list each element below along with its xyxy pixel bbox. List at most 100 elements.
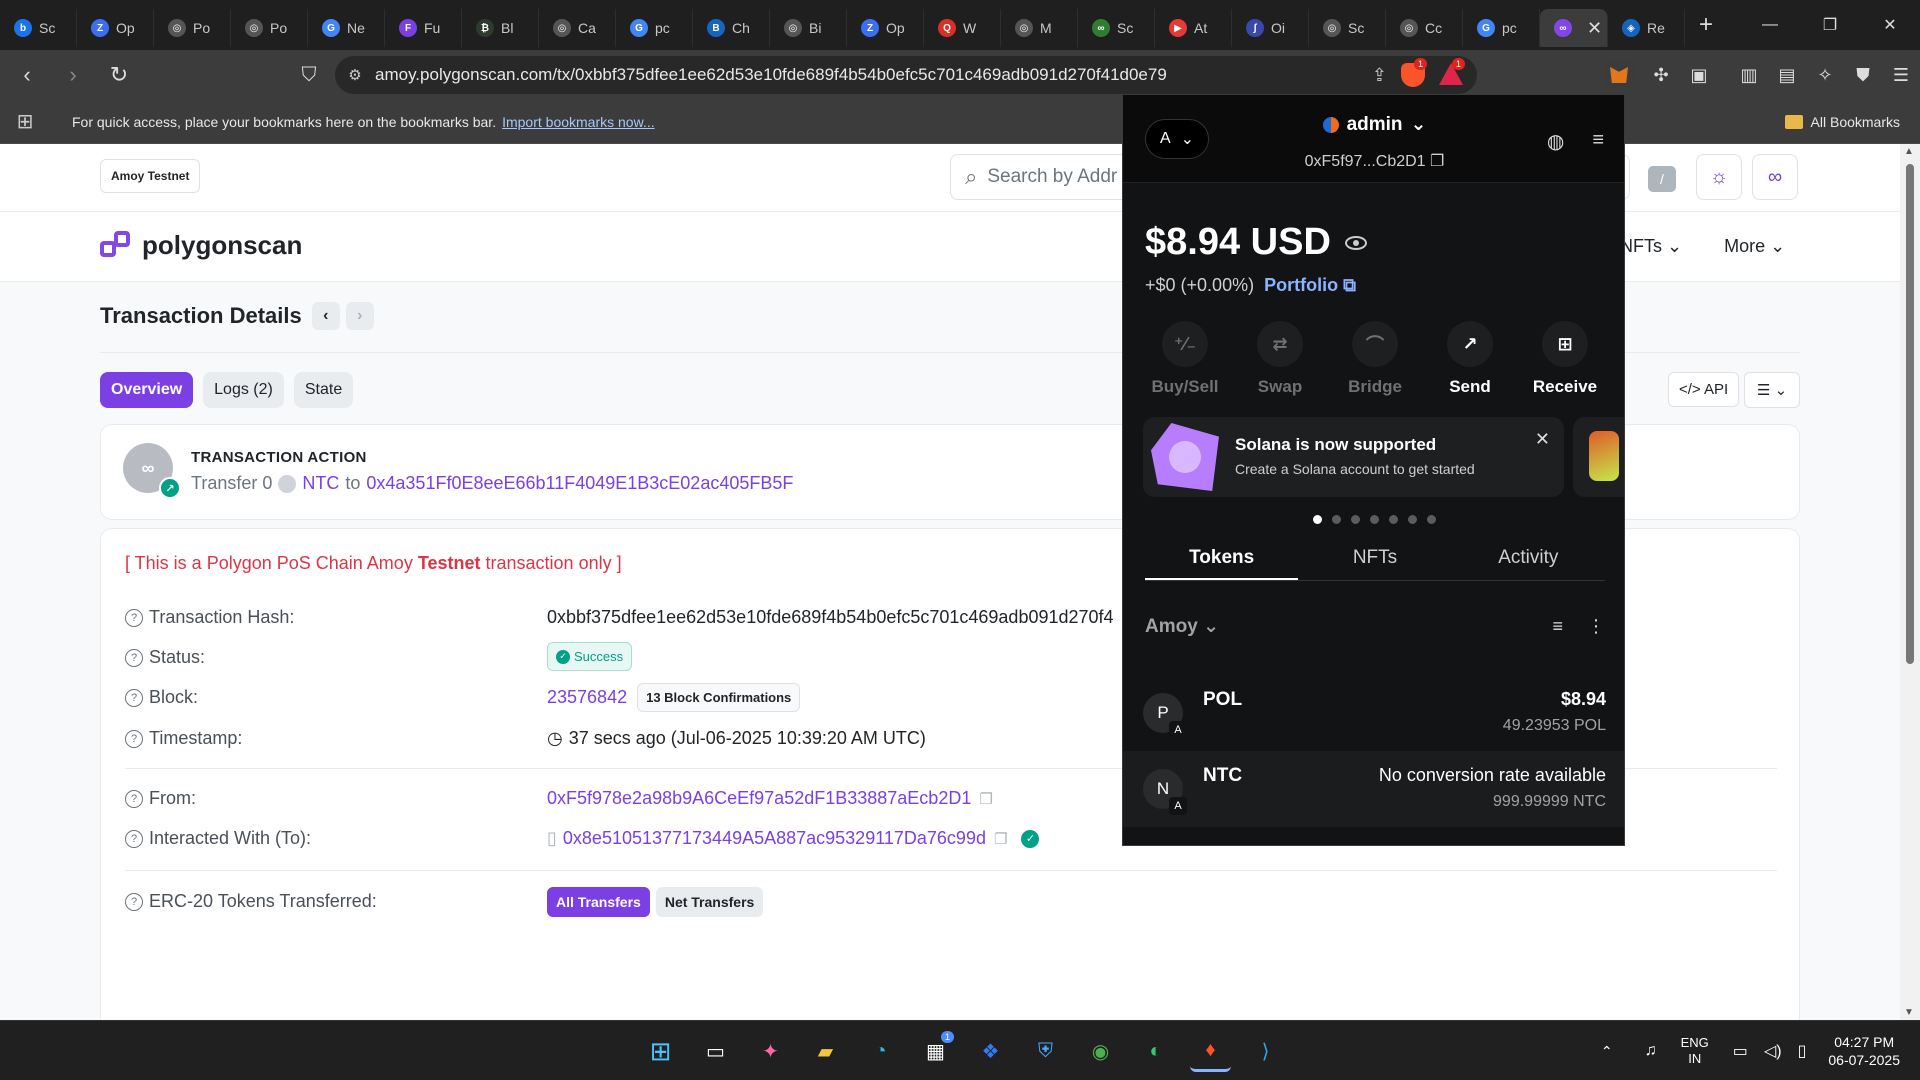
- task-view-icon[interactable]: ▭: [695, 1031, 736, 1072]
- browser-tab[interactable]: ◎ Ca: [539, 9, 616, 47]
- to-address-link[interactable]: 0x8e51051377173449A5A887ac95329117Da76c9…: [563, 828, 986, 849]
- copy-icon[interactable]: ❐: [979, 790, 992, 808]
- list-options-button[interactable]: ☰ ⌄: [1744, 372, 1801, 408]
- sidebar-icon[interactable]: ▥: [1730, 65, 1768, 86]
- address-bar[interactable]: ⚙ amoy.polygonscan.com/tx/0xbbf375dfee1e…: [335, 56, 1477, 94]
- browser-tab[interactable]: Z Op: [847, 9, 924, 47]
- metamask-fox-icon[interactable]: [1604, 60, 1634, 90]
- copy-icon[interactable]: ❐: [994, 830, 1007, 848]
- carousel-dot[interactable]: [1370, 515, 1379, 524]
- shield-app-icon[interactable]: ⛨: [1025, 1031, 1066, 1072]
- theme-toggle-icon[interactable]: ☼: [1696, 154, 1742, 200]
- solana-promo-banner[interactable]: Solana is now supported Create a Solana …: [1143, 417, 1564, 497]
- eye-icon[interactable]: [1344, 235, 1367, 250]
- forward-icon[interactable]: ›: [54, 56, 92, 94]
- tab-nfts[interactable]: NFTs: [1298, 541, 1451, 580]
- microphone-icon[interactable]: ♫: [1645, 1042, 1657, 1060]
- apps-grid-icon[interactable]: ⊞: [0, 109, 50, 134]
- browser-tab[interactable]: ◎ M: [1001, 9, 1078, 47]
- browser-tab[interactable]: ◎ Po: [231, 9, 308, 47]
- wallet-action-bridge[interactable]: ⌒ Bridge: [1335, 321, 1415, 397]
- browser-tab[interactable]: ◎ Bi: [770, 9, 847, 47]
- app-leaf-icon[interactable]: ◐: [1135, 1031, 1176, 1072]
- browser-tab[interactable]: ◎ Sc: [1309, 9, 1386, 47]
- browser-tab[interactable]: B Ch: [693, 9, 770, 47]
- browser-tab[interactable]: Z Op: [77, 9, 154, 47]
- browser-tab[interactable]: ◎ Cc: [1386, 9, 1463, 47]
- net-transfers-button[interactable]: Net Transfers: [655, 887, 764, 917]
- tab-overview[interactable]: Overview: [100, 372, 194, 408]
- file-explorer-icon[interactable]: ▰: [805, 1031, 846, 1072]
- browser-tab[interactable]: ʃ Oi: [1232, 9, 1309, 47]
- from-address-link[interactable]: 0xF5f978e2a98b9A6CeEf97a52dF1B33887aEcb2…: [547, 788, 971, 809]
- carousel-dot[interactable]: [1313, 515, 1322, 524]
- browser-tab[interactable]: Gpc: [616, 9, 693, 47]
- active-tab[interactable]: ∞ ✕: [1540, 9, 1608, 47]
- browser-tab[interactable]: ◎ Po: [154, 9, 231, 47]
- scroll-up-icon[interactable]: ▲: [1904, 146, 1914, 157]
- polygonscan-logo[interactable]: polygonscan: [100, 230, 302, 261]
- display-icon[interactable]: ▭: [1733, 1041, 1748, 1061]
- dropbox-icon[interactable]: ❖: [970, 1031, 1011, 1072]
- api-button[interactable]: </> API: [1668, 372, 1740, 407]
- clock[interactable]: 04:27 PM 06-07-2025: [1828, 1033, 1900, 1069]
- prev-tx-button[interactable]: ‹: [311, 302, 340, 330]
- next-promo-card[interactable]: [1573, 417, 1624, 497]
- network-pill[interactable]: Amoy Testnet: [100, 159, 201, 193]
- token-row-pol[interactable]: PA POL $8.94 49.23953 POL: [1123, 675, 1624, 751]
- battery-icon[interactable]: ▯: [1798, 1041, 1807, 1061]
- next-tx-button[interactable]: ›: [345, 302, 374, 330]
- browser-tab[interactable]: ∞ Sc: [1078, 9, 1155, 47]
- scroll-down-icon[interactable]: ▼: [1904, 1007, 1914, 1018]
- browser-tab[interactable]: QW: [924, 9, 1001, 47]
- browser-tab[interactable]: F Fu: [385, 9, 462, 47]
- wallet-action-receive[interactable]: ⊞ Receive: [1525, 321, 1605, 397]
- windows-start-icon[interactable]: ⊞: [640, 1031, 681, 1072]
- polygon-network-icon[interactable]: ∞: [1752, 154, 1798, 200]
- carousel-dot[interactable]: [1427, 515, 1436, 524]
- browser-tab[interactable]: ▶ At: [1155, 9, 1232, 47]
- minimize-icon[interactable]: —: [1740, 0, 1800, 50]
- help-icon[interactable]: ?: [125, 829, 143, 848]
- action-token-link[interactable]: NTC: [302, 473, 339, 494]
- url-text[interactable]: amoy.polygonscan.com/tx/0xbbf375dfee1ee6…: [375, 65, 1167, 85]
- edge-icon[interactable]: ◔: [860, 1031, 901, 1072]
- token-row-ntc[interactable]: NA NTC No conversion rate available 999.…: [1123, 751, 1624, 827]
- help-icon[interactable]: ?: [125, 648, 143, 667]
- tx-hash-value[interactable]: 0xbbf375dfee1ee62d53e10fde689f4b54b0efc5…: [547, 607, 1114, 628]
- site-info-icon[interactable]: ⚙: [335, 66, 375, 84]
- menu-icon[interactable]: ☰: [1882, 65, 1920, 86]
- vscode-icon[interactable]: ⟩: [1245, 1031, 1286, 1072]
- import-bookmarks-link[interactable]: Import bookmarks now...: [502, 114, 655, 130]
- share-icon[interactable]: ⇪: [1372, 65, 1387, 86]
- restore-icon[interactable]: ❐: [1800, 0, 1860, 50]
- media-icon[interactable]: ▣: [1680, 65, 1718, 86]
- new-tab-button[interactable]: +: [1699, 11, 1729, 39]
- copilot-icon[interactable]: ✦: [750, 1031, 791, 1072]
- carousel-dot[interactable]: [1408, 515, 1417, 524]
- language-indicator[interactable]: ENG IN: [1681, 1035, 1709, 1067]
- help-icon[interactable]: ?: [125, 608, 143, 627]
- close-icon[interactable]: ✕: [1535, 429, 1550, 450]
- carousel-dot[interactable]: [1389, 515, 1398, 524]
- all-transfers-button[interactable]: All Transfers: [547, 887, 650, 917]
- block-number-link[interactable]: 23576842: [547, 687, 627, 708]
- leo-ai-icon[interactable]: ✧: [1806, 65, 1844, 86]
- network-filter[interactable]: Amoy ⌄: [1145, 615, 1219, 638]
- help-icon[interactable]: ?: [125, 729, 143, 748]
- tab-state[interactable]: State: [293, 372, 354, 408]
- volume-icon[interactable]: ◁): [1764, 1041, 1782, 1061]
- account-address[interactable]: 0xF5f97...Cb2D1 ❐: [1123, 151, 1624, 171]
- help-icon[interactable]: ?: [125, 688, 143, 707]
- bookmark-icon[interactable]: ⛉: [290, 56, 328, 94]
- nav-more[interactable]: More ⌄: [1724, 236, 1785, 257]
- chrome-icon[interactable]: ◉: [1080, 1031, 1121, 1072]
- help-icon[interactable]: ?: [125, 892, 143, 911]
- tab-re[interactable]: ◈ Re: [1608, 9, 1685, 47]
- wallet-action-swap[interactable]: ⇄ Swap: [1240, 321, 1320, 397]
- all-bookmarks-button[interactable]: All Bookmarks: [1784, 114, 1900, 130]
- copy-icon[interactable]: ❐: [1430, 153, 1444, 170]
- nav-nfts[interactable]: NFTs ⌄: [1620, 236, 1682, 257]
- tab-tokens[interactable]: Tokens: [1145, 541, 1299, 580]
- brave-icon[interactable]: ♦: [1190, 1031, 1231, 1072]
